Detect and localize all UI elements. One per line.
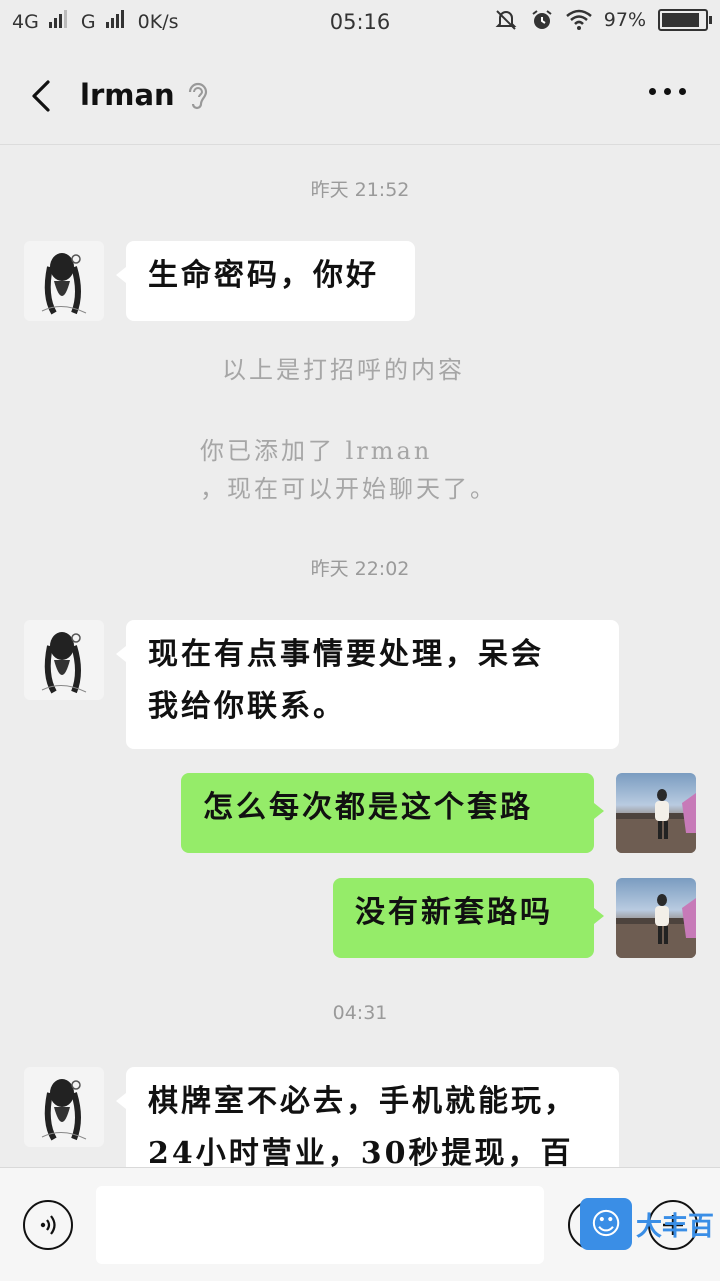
system-message-added: 你已添加了 lrman ，现在可以开始聊天了。 — [200, 432, 497, 508]
message-bubble-own[interactable]: 没有新套路吗 — [333, 878, 604, 958]
voice-icon[interactable] — [23, 1200, 73, 1250]
battery-fill — [662, 13, 699, 27]
message-bubble[interactable]: 棋牌室不必去，手机就能玩， 24小时营业，30秒提现，百 — [116, 1067, 619, 1167]
more-icon[interactable] — [649, 88, 686, 95]
avatar-photo — [616, 894, 696, 958]
message-text-line: 24小时营业，30秒提现，百 — [148, 1136, 574, 1167]
status-bar: 4G G 0K/s 05:16 97% — [0, 0, 720, 48]
contact-avatar[interactable] — [24, 620, 104, 700]
user-avatar[interactable] — [616, 773, 696, 853]
message-text-line: 我给你联系。 — [148, 689, 346, 724]
avatar-illustration — [41, 1079, 87, 1141]
user-avatar[interactable] — [616, 878, 696, 958]
battery-percent: 97% — [603, 9, 646, 31]
watermark-logo-icon: ☺ — [579, 1198, 632, 1250]
chat-title: lrman — [80, 78, 175, 112]
ear-icon — [188, 82, 208, 110]
battery-icon — [658, 9, 712, 31]
message-bubble-own[interactable]: 怎么每次都是这个套路 — [181, 773, 604, 853]
system-message: 以上是打招呼的内容 — [222, 356, 465, 384]
system-message-line: ，现在可以开始聊天了。 — [200, 475, 497, 503]
chat-header: lrman — [0, 48, 720, 145]
message-text: 没有新套路吗 — [355, 895, 553, 930]
message-text: 生命密码，你好 — [148, 258, 379, 293]
avatar-photo — [616, 789, 696, 853]
timestamp: 昨天 22:02 — [310, 558, 410, 580]
input-bar: ☺ 大丰百 — [0, 1167, 720, 1281]
voice-glyph — [40, 1215, 56, 1235]
avatar-illustration — [41, 253, 87, 315]
message-text-line: 棋牌室不必去，手机就能玩， — [148, 1084, 577, 1119]
status-right: 97% — [494, 8, 712, 32]
contact-avatar[interactable] — [24, 1067, 104, 1147]
chat-messages[interactable]: 昨天 21:52 生命密码，你好 以上是打招呼的内容 你已添加了 lrman ，… — [0, 145, 720, 1167]
chevron-left-icon[interactable] — [22, 76, 62, 116]
system-message-line: 你已添加了 lrman — [200, 437, 433, 465]
message-bubble[interactable]: 生命密码，你好 — [116, 241, 415, 321]
timestamp: 昨天 21:52 — [310, 179, 410, 201]
message-text-line: 现在有点事情要处理，呆会 — [148, 637, 544, 672]
wifi-icon — [565, 9, 592, 30]
message-input[interactable] — [96, 1186, 544, 1264]
message-bubble[interactable]: 现在有点事情要处理，呆会 我给你联系。 — [116, 620, 619, 749]
watermark-text: 大丰百 — [635, 1211, 714, 1242]
timestamp: 04:31 — [332, 1002, 388, 1024]
alarm-icon — [532, 10, 552, 29]
message-text: 怎么每次都是这个套路 — [203, 790, 533, 825]
avatar-illustration — [41, 632, 87, 694]
watermark: ☺ 大丰百 — [579, 1198, 714, 1250]
mute-bell-icon — [495, 10, 517, 30]
contact-avatar[interactable] — [24, 241, 104, 321]
